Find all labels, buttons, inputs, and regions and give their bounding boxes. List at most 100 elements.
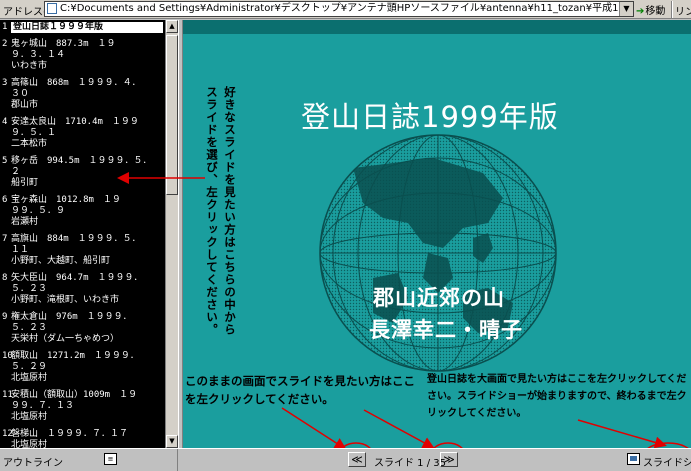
- outline-item-body: 高篠山 868m １９９９．４． ３０ 郡山市: [11, 78, 163, 111]
- outline-item[interactable]: 5 移ヶ岳 994.5m １９９９．５． ２ 船引町: [2, 156, 163, 189]
- outline-item-detail: ５．２３: [11, 284, 48, 294]
- outline-scrollbar[interactable]: ▲ ▼: [165, 20, 178, 448]
- next-slide-button[interactable]: ≫: [440, 452, 458, 467]
- outline-item-number: 8: [2, 273, 8, 283]
- slide-title: 登山日誌1999年版: [301, 100, 559, 134]
- outline-item[interactable]: 4 安達太良山 1710.4m １９９ ９．５．１ 二本松市: [2, 117, 163, 150]
- outline-item-number: 1: [2, 22, 8, 32]
- outline-item-number: 2: [2, 39, 8, 49]
- outline-item[interactable]: 10 額取山 1271.2m １９９９． ５．２９ 北塩原村: [2, 351, 163, 384]
- outline-item-title[interactable]: 権太倉山 976m １９９９．: [11, 312, 163, 323]
- outline-item-body: 安達太良山 1710.4m １９９ ９．５．１ 二本松市: [11, 117, 163, 150]
- outline-item-body: 額取山 1271.2m １９９９． ５．２９ 北塩原村: [11, 351, 163, 384]
- outline-item-number: 11: [2, 390, 13, 400]
- outline-item-number: 4: [2, 117, 8, 127]
- outline-item-detail: 小野町、滝根町、いわき市: [11, 295, 120, 305]
- toolbar-separator: [671, 1, 673, 18]
- outline-item-title[interactable]: 安達太良山 1710.4m １９９: [11, 117, 163, 128]
- slide-pane[interactable]: 好きなスライドを見たい方はこちらの中から スライドを選び、左クリックしてください…: [183, 20, 691, 448]
- outline-item-detail: 岩瀬村: [11, 217, 39, 227]
- outline-item-detail: ５．２３: [11, 323, 48, 333]
- slide-counter: スライド 1 / 35: [374, 458, 446, 469]
- outline-item-number: 12: [2, 429, 13, 439]
- outline-item-title[interactable]: 鬼ヶ城山 887.3m １９: [11, 39, 163, 50]
- outline-item-title[interactable]: 矢大臣山 964.7m １９９９．: [11, 273, 163, 284]
- outline-item-detail: 郡山市: [11, 100, 39, 110]
- outline-item-title[interactable]: 高旗山 884m １９９９．５．: [11, 234, 163, 245]
- go-button[interactable]: ➔移動: [636, 2, 665, 17]
- outline-item-body: 登山日誌１９９９年版: [11, 22, 163, 33]
- outline-item-detail: ２: [11, 167, 21, 177]
- outline-item[interactable]: 7 高旗山 884m １９９９．５． １１ 小野町、大越町、船引町: [2, 234, 163, 267]
- go-arrow-icon: ➔: [636, 6, 645, 17]
- outline-item-detail: いわき市: [11, 61, 48, 71]
- click-here-note[interactable]: このままの画面でスライドを見たい方はここを左クリックしてください。: [185, 372, 415, 408]
- chevron-down-icon[interactable]: ▼: [619, 2, 633, 16]
- outline-item-number: 10: [2, 351, 13, 361]
- outline-item-title[interactable]: 額取山 1271.2m １９９９．: [11, 351, 163, 362]
- outline-item-detail: 北塩原村: [11, 440, 48, 448]
- outline-item-body: 鬼ヶ城山 887.3m １９ ９．３．１４ いわき市: [11, 39, 163, 72]
- outline-item-detail: ９．３．１４: [11, 50, 66, 60]
- outline-item-title[interactable]: 移ヶ岳 994.5m １９９９．５．: [11, 156, 163, 167]
- outline-item-detail: ５．２９: [11, 362, 48, 372]
- outline-item[interactable]: 6 宝ヶ森山 1012.8m １９ ９９．５．９ 岩瀬村: [2, 195, 163, 228]
- outline-toggle-icon[interactable]: ≡: [104, 453, 117, 465]
- links-button[interactable]: リンク: [675, 3, 691, 18]
- page-icon: [47, 3, 57, 14]
- outline-item-number: 3: [2, 78, 8, 88]
- outline-item-detail: 北塩原村: [11, 412, 48, 422]
- outline-item-number: 6: [2, 195, 8, 205]
- slideshow-icon[interactable]: [627, 453, 640, 465]
- fullscreen-note[interactable]: 登山日誌を大画面で見たい方はここを左クリックしてください。スライドショーが始まり…: [427, 371, 689, 422]
- outline-label[interactable]: アウトライン: [3, 454, 63, 469]
- outline-item[interactable]: 3 高篠山 868m １９９９．４． ３０ 郡山市: [2, 78, 163, 111]
- slide-subtitle: 郡山近郊の山: [373, 286, 505, 310]
- outline-item-detail: 二本松市: [11, 139, 48, 149]
- scroll-down-icon[interactable]: ▼: [166, 435, 178, 448]
- outline-item-body: 高旗山 884m １９９９．５． １１ 小野町、大越町、船引町: [11, 234, 163, 267]
- vertical-instruction-1: 好きなスライドを見たい方はこちらの中から: [223, 86, 237, 336]
- outline-item-body: 安積山（額取山）1009m １９ ９９．７．１３ 北塩原村: [11, 390, 163, 423]
- slideshow-button[interactable]: スライドショー: [643, 454, 691, 469]
- scroll-thumb[interactable]: [166, 35, 178, 195]
- outline-item-detail: ３０: [11, 89, 30, 99]
- outline-item-body: 宝ヶ森山 1012.8m １９ ９９．５．９ 岩瀬村: [11, 195, 163, 228]
- status-bar: アウトライン ≡ ≪ スライド 1 / 35 ≫ スライドショー: [0, 448, 691, 471]
- outline-item-number: 5: [2, 156, 8, 166]
- outline-item-body: 移ヶ岳 994.5m １９９９．５． ２ 船引町: [11, 156, 163, 189]
- outline-item-detail: ９９．７．１３: [11, 401, 75, 411]
- outline-item-title[interactable]: 安積山（額取山）1009m １９: [11, 390, 163, 401]
- address-input[interactable]: C:¥Documents and Settings¥Administrator¥…: [44, 1, 634, 17]
- go-label: 移動: [645, 6, 666, 17]
- outline-item-title[interactable]: 高篠山 868m １９９９．４．: [11, 78, 163, 89]
- slide-author: 長澤幸二・晴子: [369, 318, 523, 342]
- outline-item[interactable]: 9 権太倉山 976m １９９９． ５．２３ 天栄村（ダム一ちゃめつ）: [2, 312, 163, 345]
- outline-item-body: 磐梯山 １９９９．７．１７ 北塩原村: [11, 429, 163, 448]
- outline-item-number: 9: [2, 312, 8, 322]
- scroll-up-icon[interactable]: ▲: [166, 20, 178, 33]
- address-url: C:¥Documents and Settings¥Administrator¥…: [60, 3, 633, 14]
- outline-item[interactable]: 8 矢大臣山 964.7m １９９９． ５．２３ 小野町、滝根町、いわき市: [2, 273, 163, 306]
- outline-item-body: 権太倉山 976m １９９９． ５．２３ 天栄村（ダム一ちゃめつ）: [11, 312, 163, 345]
- outline-item-number: 7: [2, 234, 8, 244]
- outline-item-detail: １１: [11, 245, 30, 255]
- outline-item-detail: 北塩原村: [11, 373, 48, 383]
- outline-item[interactable]: 1 登山日誌１９９９年版: [2, 22, 163, 33]
- address-bar: アドレス(D) C:¥Documents and Settings¥Admini…: [0, 0, 691, 19]
- outline-item[interactable]: 11 安積山（額取山）1009m １９ ９９．７．１３ 北塩原村: [2, 390, 163, 423]
- outline-item[interactable]: 2 鬼ヶ城山 887.3m １９ ９．３．１４ いわき市: [2, 39, 163, 72]
- outline-item-body: 矢大臣山 964.7m １９９９． ５．２３ 小野町、滝根町、いわき市: [11, 273, 163, 306]
- outline-item-detail: 天栄村（ダム一ちゃめつ）: [11, 334, 120, 344]
- outline-item[interactable]: 12 磐梯山 １９９９．７．１７ 北塩原村: [2, 429, 163, 448]
- outline-item-detail: 小野町、大越町、船引町: [11, 256, 111, 266]
- outline-item-title[interactable]: 宝ヶ森山 1012.8m １９: [11, 195, 163, 206]
- outline-item-detail: 船引町: [11, 178, 39, 188]
- outline-item-title[interactable]: 磐梯山 １９９９．７．１７: [11, 429, 163, 440]
- outline-pane: 1 登山日誌１９９９年版 2 鬼ヶ城山 887.3m １９ ９．３．１４ いわき市 3 高篠山…: [0, 20, 165, 448]
- outline-item-title[interactable]: 登山日誌１９９９年版: [11, 22, 163, 33]
- outline-item-detail: ９．５．１: [11, 128, 57, 138]
- vertical-instruction-2: スライドを選び、左クリックしてください。: [205, 86, 219, 336]
- outline-toggle-area: アウトライン ≡: [0, 449, 178, 471]
- prev-slide-button[interactable]: ≪: [348, 452, 366, 467]
